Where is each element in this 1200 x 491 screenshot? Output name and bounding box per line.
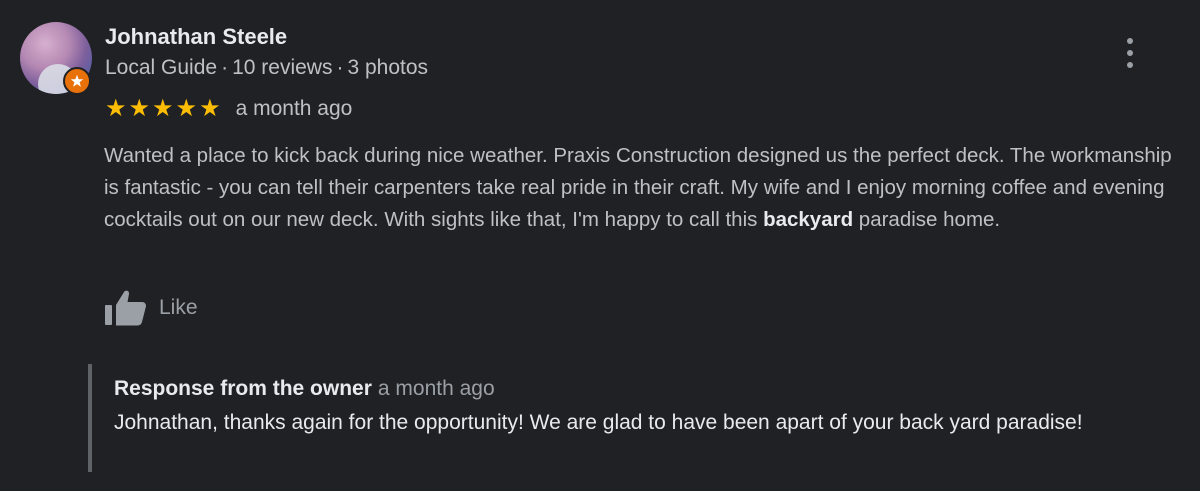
reviewer-role: Local Guide bbox=[105, 56, 218, 79]
star-rating: ★ ★ ★ ★ ★ bbox=[105, 97, 221, 121]
rating-row: ★ ★ ★ ★ ★ a month ago bbox=[105, 94, 352, 124]
like-button[interactable]: Like bbox=[105, 288, 198, 328]
star-icon: ★ bbox=[175, 95, 198, 122]
review-text: Wanted a place to kick back during nice … bbox=[104, 140, 1190, 236]
star-icon: ★ bbox=[199, 95, 221, 122]
star-icon: ★ bbox=[105, 95, 127, 122]
more-dot bbox=[1127, 50, 1133, 56]
owner-response-title: Response from the owner bbox=[114, 377, 372, 400]
review-time: a month ago bbox=[235, 97, 353, 120]
review-text-body: Wanted a place to kick back during nice … bbox=[104, 144, 1172, 231]
thumb-up-icon bbox=[105, 290, 146, 326]
star-icon: ★ bbox=[152, 95, 174, 122]
reviewer-photo-count: 3 photos bbox=[347, 56, 429, 79]
owner-response-header: Response from the owner a month ago bbox=[114, 377, 495, 401]
local-guide-badge-icon bbox=[63, 67, 91, 95]
reviewer-review-count: 10 reviews bbox=[232, 56, 333, 79]
owner-response-text: Johnathan, thanks again for the opportun… bbox=[114, 411, 1083, 434]
like-label: Like bbox=[159, 296, 198, 319]
star-icon: ★ bbox=[128, 95, 151, 122]
reviewer-meta: Local Guide · 10 reviews · 3 photos bbox=[105, 56, 428, 80]
local-guide-star-icon bbox=[70, 74, 84, 87]
review-text-end: paradise home. bbox=[853, 208, 1001, 231]
reviewer-name[interactable]: Johnathan Steele bbox=[105, 24, 287, 50]
more-dot bbox=[1127, 62, 1133, 68]
more-dot bbox=[1127, 38, 1133, 44]
owner-response: Response from the owner a month ago Johna… bbox=[88, 364, 1092, 472]
meta-separator: · bbox=[336, 56, 344, 79]
review-highlight: backyard bbox=[763, 208, 854, 231]
owner-response-time: a month ago bbox=[377, 377, 495, 400]
meta-separator: · bbox=[221, 56, 229, 79]
more-vert-icon[interactable] bbox=[1118, 38, 1142, 68]
